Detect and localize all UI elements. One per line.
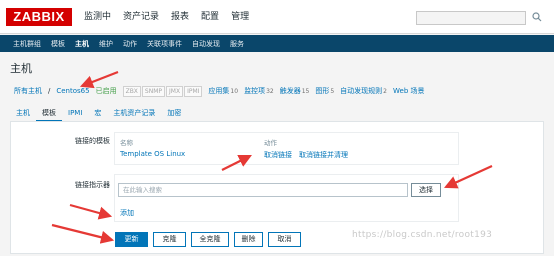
full-clone-button[interactable]: 全克隆 (191, 232, 229, 247)
breadcrumb-all-hosts[interactable]: 所有主机 (14, 86, 42, 96)
add-template-link[interactable]: 添加 (120, 208, 134, 218)
clone-button[interactable]: 克隆 (153, 232, 186, 247)
breadcrumb-host-name[interactable]: Centos65 (56, 87, 89, 95)
tab-host[interactable]: 主机 (10, 106, 36, 122)
host-status-enabled[interactable]: 已启用 (96, 86, 117, 96)
unlink-button[interactable]: 取消链接 (264, 150, 292, 160)
subnav-event-correlation[interactable]: 关联项事件 (142, 38, 187, 50)
topnav-administration[interactable]: 管理 (225, 8, 255, 26)
topnav-monitoring[interactable]: 监测中 (78, 8, 117, 26)
linked-templates-col-name: 名称 (120, 139, 133, 147)
tab-encryption[interactable]: 加密 (161, 106, 187, 122)
graphs-label: 图形 (315, 87, 330, 95)
template-search-input[interactable]: 在此输入搜索 (118, 183, 408, 197)
breadcrumb-graphs[interactable]: 图形5 (315, 86, 334, 96)
applications-label: 应用集 (208, 87, 230, 95)
topnav-inventory[interactable]: 资产记录 (117, 8, 165, 26)
top-bar: ZABBIX 监测中 资产记录 报表 配置 管理 (0, 0, 554, 34)
subnav-actions[interactable]: 动作 (118, 38, 142, 50)
topnav-reports[interactable]: 报表 (165, 8, 195, 26)
link-templates-box (114, 174, 459, 222)
global-search-input[interactable] (416, 11, 526, 25)
delete-button[interactable]: 删除 (234, 232, 263, 247)
availability-zbx: ZBX (122, 85, 141, 97)
linked-templates-label: 链接的模板 (75, 137, 110, 145)
breadcrumb-applications[interactable]: 应用集10 (208, 86, 238, 96)
breadcrumb-separator: / (48, 87, 51, 95)
sub-navigation: 主机群组 模板 主机 维护 动作 关联项事件 自动发现 服务 (8, 38, 249, 50)
subnav-services[interactable]: 服务 (225, 38, 249, 50)
tab-ipmi[interactable]: IPMI (62, 106, 88, 122)
items-label: 监控项 (244, 87, 266, 95)
update-button[interactable]: 更新 (115, 232, 148, 247)
sub-navigation-bar: 主机群组 模板 主机 维护 动作 关联项事件 自动发现 服务 (0, 35, 554, 52)
top-navigation: 监测中 资产记录 报表 配置 管理 (78, 8, 255, 26)
subnav-discovery[interactable]: 自动发现 (187, 38, 225, 50)
triggers-label: 触发器 (279, 87, 301, 95)
triggers-count: 15 (301, 88, 310, 95)
availability-snmp: SNMP (141, 85, 166, 97)
tab-macros[interactable]: 宏 (88, 106, 107, 122)
graphs-count: 5 (330, 88, 335, 95)
availability-jmx: JMX (166, 85, 184, 97)
unlink-and-clear-button[interactable]: 取消链接并清理 (299, 150, 348, 160)
breadcrumb-triggers[interactable]: 触发器15 (280, 86, 310, 96)
applications-count: 10 (230, 88, 239, 95)
subnav-maintenance[interactable]: 维护 (94, 38, 118, 50)
breadcrumb: 所有主机 / Centos65 已启用 ZBX SNMP JMX IPMI 应用… (0, 81, 554, 101)
tab-templates[interactable]: 模板 (36, 106, 62, 122)
discovery-rules-label: 自动发现规则 (340, 87, 383, 95)
cancel-button[interactable]: 取消 (268, 232, 301, 247)
breadcrumb-discovery-rules[interactable]: 自动发现规则2 (340, 86, 387, 96)
link-indicator-label: 链接指示器 (75, 181, 110, 189)
topnav-configuration[interactable]: 配置 (195, 8, 225, 26)
subnav-host-groups[interactable]: 主机群组 (8, 38, 46, 50)
select-template-button[interactable]: 选择 (411, 183, 441, 197)
linked-templates-col-action: 动作 (264, 139, 277, 147)
breadcrumb-web-scenarios[interactable]: Web 场景 (393, 86, 425, 96)
host-tabs: 主机 模板 IPMI 宏 主机资产记录 加密 (10, 106, 187, 122)
search-icon[interactable] (532, 12, 542, 22)
watermark: https://blog.csdn.net/root193 (352, 230, 493, 240)
template-os-linux-link[interactable]: Template OS Linux (120, 150, 185, 158)
linked-templates-table (114, 132, 459, 165)
items-count: 32 (266, 88, 274, 95)
zabbix-logo[interactable]: ZABBIX (6, 8, 72, 26)
discovery-rules-count: 2 (383, 88, 387, 95)
tab-inventory[interactable]: 主机资产记录 (107, 106, 161, 122)
availability-ipmi: IPMI (184, 85, 203, 97)
page-title: 主机 (10, 62, 32, 75)
subnav-templates[interactable]: 模板 (46, 38, 70, 50)
breadcrumb-items[interactable]: 监控项32 (244, 86, 274, 96)
subnav-hosts[interactable]: 主机 (70, 38, 94, 50)
